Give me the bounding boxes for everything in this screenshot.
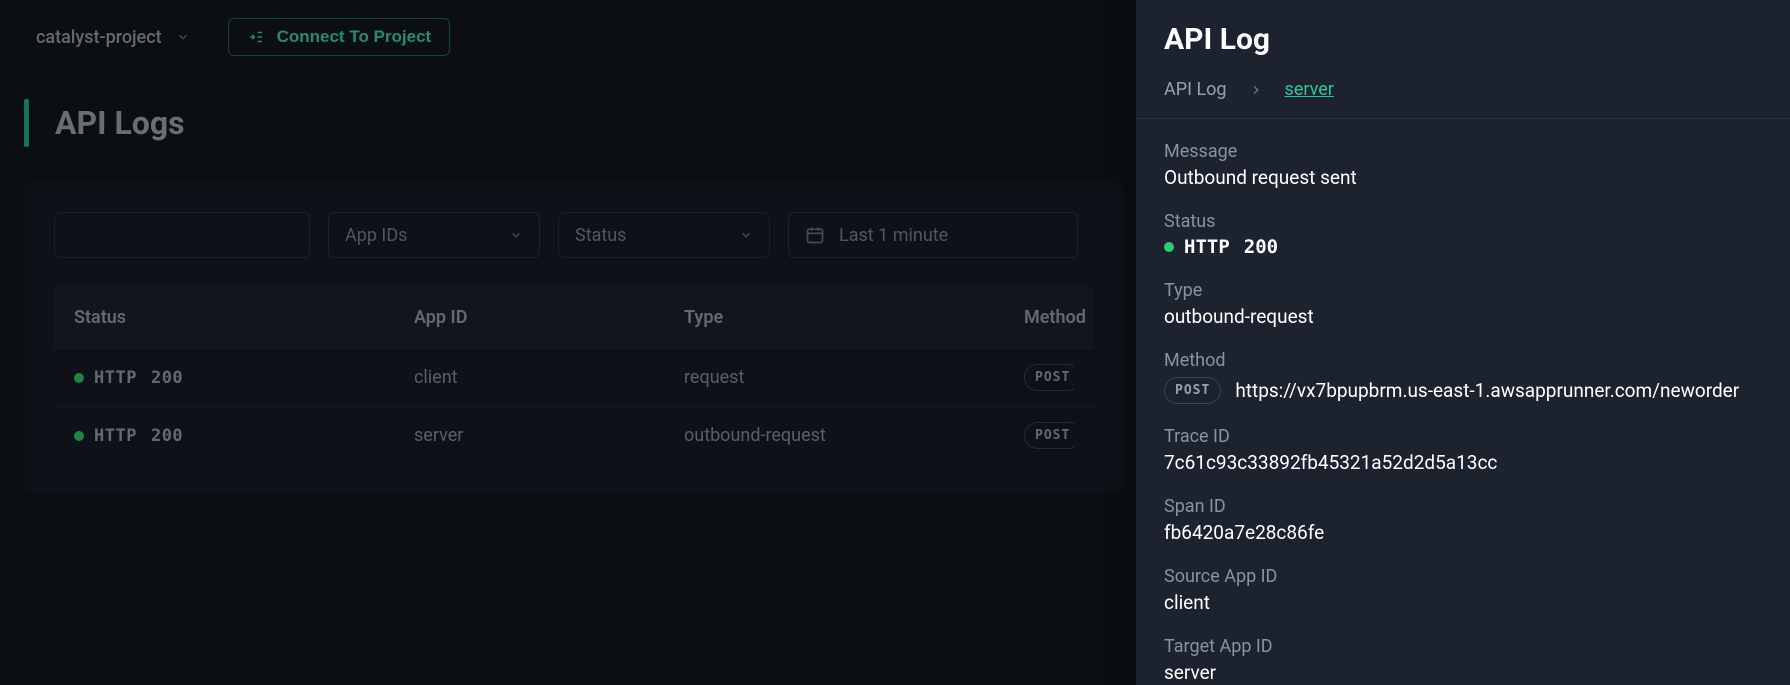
detail-value-method: POST https://vx7bpupbrm.us-east-1.awsapp… <box>1164 377 1762 404</box>
detail-value-sourceapp: client <box>1164 591 1762 614</box>
detail-label-status: Status <box>1164 211 1762 232</box>
detail-label-traceid: Trace ID <box>1164 426 1762 447</box>
method-url: https://vx7bpupbrm.us-east-1.awsapprunne… <box>1235 379 1739 402</box>
drawer-title: API Log <box>1164 22 1762 57</box>
breadcrumb-leaf-link[interactable]: server <box>1285 79 1334 100</box>
status-code: 200 <box>1244 236 1278 258</box>
detail-value-spanid: fb6420a7e28c86fe <box>1164 521 1762 544</box>
status-indicator-dot <box>1164 242 1174 252</box>
detail-label-targetapp: Target App ID <box>1164 636 1762 657</box>
status-http-label: HTTP <box>1184 236 1230 258</box>
breadcrumb-root[interactable]: API Log <box>1164 79 1227 100</box>
detail-value-type: outbound-request <box>1164 305 1762 328</box>
method-verb-pill: POST <box>1164 377 1221 404</box>
detail-value-status: HTTP 200 <box>1164 236 1762 258</box>
breadcrumb: API Log server <box>1164 79 1762 100</box>
chevron-right-icon <box>1249 83 1263 97</box>
detail-label-message: Message <box>1164 141 1762 162</box>
divider <box>1136 118 1790 119</box>
detail-label-sourceapp: Source App ID <box>1164 566 1762 587</box>
detail-label-type: Type <box>1164 280 1762 301</box>
detail-label-spanid: Span ID <box>1164 496 1762 517</box>
detail-value-targetapp: server <box>1164 661 1762 684</box>
detail-label-method: Method <box>1164 350 1762 371</box>
detail-value-traceid: 7c61c93c33892fb45321a52d2d5a13cc <box>1164 451 1762 474</box>
detail-value-message: Outbound request sent <box>1164 166 1762 189</box>
detail-drawer: API Log API Log server Message Outbound … <box>1136 0 1790 685</box>
